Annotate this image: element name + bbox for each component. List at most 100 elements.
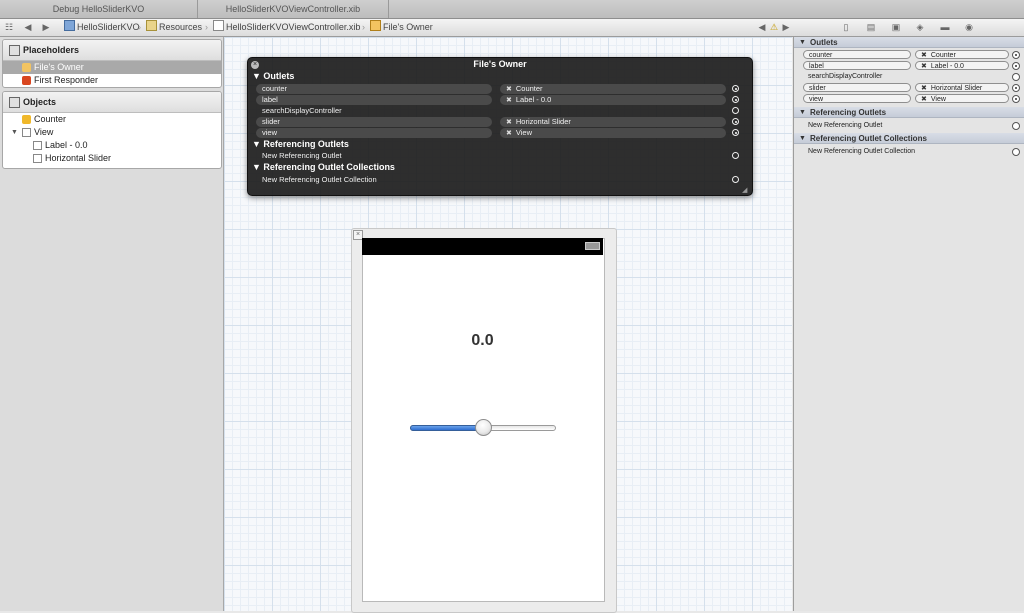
connection-circle-icon[interactable] — [1012, 51, 1020, 59]
outline-item-label-object[interactable]: Label - 0.0 — [3, 139, 221, 152]
back-arrow-icon[interactable]: ◀ — [22, 19, 34, 36]
tab-xib[interactable]: HelloSliderKVOViewController.xib — [198, 0, 389, 18]
hud-ref-collections-header[interactable]: ▼ Referencing Outlet Collections — [252, 162, 395, 173]
tab-debug[interactable]: Debug HelloSliderKVO — [0, 0, 198, 18]
inspector-outlets-header[interactable]: ▼ Outlets — [794, 37, 1024, 48]
breadcrumb-object[interactable]: File's Owner — [370, 19, 433, 36]
connection-circle-icon[interactable] — [1012, 73, 1020, 81]
breadcrumb-group[interactable]: Resources — [146, 19, 202, 36]
hud-outlets-header[interactable]: ▼ Outlets — [252, 71, 294, 82]
connection-circle-icon[interactable] — [1012, 122, 1020, 130]
inspector-outlet-target[interactable]: ✖ Label - 0.0 — [915, 61, 1009, 70]
remove-connection-icon[interactable]: ✖ — [921, 63, 927, 70]
remove-connection-icon[interactable]: ✖ — [921, 96, 927, 103]
warning-icon[interactable]: ⚠ — [768, 19, 780, 36]
remove-connection-icon[interactable]: ✖ — [921, 85, 927, 92]
outline-item-label: Counter — [34, 114, 67, 124]
inspector-outlet-row[interactable]: searchDisplayController — [794, 71, 1024, 82]
hud-outlet-target[interactable]: ✖ Counter — [500, 84, 726, 94]
hud-new-ref-outlet-row[interactable]: New Referencing Outlet — [256, 151, 744, 161]
hud-ref-outlets-header[interactable]: ▼ Referencing Outlets — [252, 139, 349, 150]
disclosure-triangle-icon: ▼ — [252, 71, 264, 81]
hud-outlet-row[interactable]: label ✖ Label - 0.0 — [256, 95, 744, 105]
simulated-status-bar — [362, 238, 603, 255]
connection-circle-icon[interactable] — [732, 152, 739, 159]
inspector-toolbar: ▯ ▤ ▣ ◈ ▬ ◉ — [793, 19, 1024, 37]
outline-item-files-owner[interactable]: File's Owner — [3, 61, 221, 74]
attributes-inspector-icon[interactable]: ◈ — [915, 22, 925, 32]
remove-connection-icon[interactable]: ✖ — [506, 130, 512, 137]
breadcrumb-file[interactable]: HelloSliderKVOViewController.xib — [213, 19, 360, 36]
inspector-new-ref-collection-row[interactable]: New Referencing Outlet Collection — [794, 146, 1024, 157]
connection-circle-icon[interactable] — [732, 176, 739, 183]
connection-circle-icon[interactable] — [1012, 84, 1020, 92]
connection-circle-icon[interactable] — [732, 96, 739, 103]
object-icon — [22, 115, 31, 124]
breadcrumb-separator: › — [362, 22, 365, 32]
inspector-outlet-row[interactable]: view ✖ View — [794, 93, 1024, 104]
connection-circle-icon[interactable] — [1012, 62, 1020, 70]
hud-outlet-target[interactable]: ✖ View — [500, 128, 726, 138]
inspector-outlet-row[interactable]: slider ✖ Horizontal Slider — [794, 82, 1024, 93]
hud-new-ref-collection-row[interactable]: New Referencing Outlet Collection — [256, 175, 744, 185]
connection-circle-icon[interactable] — [1012, 148, 1020, 156]
remove-connection-icon[interactable]: ✖ — [921, 52, 927, 59]
outline-item-slider[interactable]: Horizontal Slider — [3, 152, 221, 165]
previous-issue-icon[interactable]: ◀ — [757, 19, 767, 36]
inspector-ref-outlets-header[interactable]: ▼ Referencing Outlets — [794, 107, 1024, 118]
connection-circle-icon[interactable] — [732, 107, 739, 114]
inspector-new-ref-outlet-row[interactable]: New Referencing Outlet — [794, 120, 1024, 131]
remove-connection-icon[interactable]: ✖ — [506, 97, 512, 104]
breadcrumb-file-label: HelloSliderKVOViewController.xib — [226, 22, 361, 32]
identity-inspector-icon[interactable]: ▣ — [891, 22, 901, 32]
disclosure-triangle-icon[interactable]: ▼ — [11, 126, 18, 139]
connection-circle-icon[interactable] — [732, 118, 739, 125]
hud-outlet-name: slider — [256, 117, 492, 127]
inspector-outlet-target[interactable]: ✖ Counter — [915, 50, 1009, 59]
connections-hud: File's Owner × ▼ Outlets counter ✖ Counte… — [247, 57, 753, 196]
hud-outlet-target-label: Counter — [515, 84, 543, 93]
inspector-outlet-row[interactable]: label ✖ Label - 0.0 — [794, 60, 1024, 71]
remove-connection-icon[interactable]: ✖ — [506, 119, 512, 126]
breadcrumb-project-label: HelloSliderKVO — [77, 22, 140, 32]
hud-outlet-name: counter — [256, 84, 492, 94]
disclosure-triangle-icon: ▼ — [799, 39, 806, 46]
outline-item-counter[interactable]: Counter — [3, 113, 221, 126]
hud-outlet-row[interactable]: slider ✖ Horizontal Slider — [256, 117, 744, 127]
disclosure-triangle-icon: ▼ — [252, 162, 264, 172]
connection-circle-icon[interactable] — [732, 129, 739, 136]
connection-circle-icon[interactable] — [732, 85, 739, 92]
next-issue-icon[interactable]: ▶ — [781, 19, 791, 36]
close-icon[interactable]: × — [251, 61, 259, 69]
inspector-outlet-target[interactable]: ✖ View — [915, 94, 1009, 103]
breadcrumb-project[interactable]: HelloSliderKVO — [64, 19, 140, 36]
hud-outlet-row[interactable]: searchDisplayController — [256, 106, 744, 116]
resize-grip-icon[interactable]: ◢ — [742, 186, 747, 194]
project-icon — [64, 20, 75, 31]
inspector-outlet-name: counter — [803, 50, 911, 59]
connections-inspector-icon[interactable]: ◉ — [964, 22, 974, 32]
hud-outlet-row[interactable]: counter ✖ Counter — [256, 84, 744, 94]
inspector-outlet-row[interactable]: counter ✖ Counter — [794, 49, 1024, 60]
value-label[interactable]: 0.0 — [362, 330, 603, 352]
quick-help-icon[interactable]: ▤ — [866, 22, 876, 32]
outline-item-first-responder[interactable]: First Responder — [3, 74, 221, 87]
inspector-ref-collections-header[interactable]: ▼ Referencing Outlet Collections — [794, 133, 1024, 144]
forward-arrow-icon[interactable]: ▶ — [40, 19, 52, 36]
related-items-icon[interactable]: ☷ — [3, 19, 15, 36]
horizontal-slider-thumb[interactable] — [474, 419, 492, 436]
inspector-outlet-target-label: Label - 0.0 — [930, 63, 964, 70]
hud-outlet-target[interactable]: ✖ Horizontal Slider — [500, 117, 726, 127]
hud-outlet-row[interactable]: view ✖ View — [256, 128, 744, 138]
outline-item-label: Label - 0.0 — [45, 140, 88, 150]
connection-circle-icon[interactable] — [1012, 95, 1020, 103]
hud-outlet-target[interactable]: ✖ Label - 0.0 — [500, 95, 726, 105]
breadcrumb-object-label: File's Owner — [383, 22, 433, 32]
files-owner-icon — [370, 20, 381, 31]
inspector-outlet-target[interactable]: ✖ Horizontal Slider — [915, 83, 1009, 92]
file-inspector-icon[interactable]: ▯ — [841, 22, 851, 32]
remove-connection-icon[interactable]: ✖ — [506, 86, 512, 93]
size-inspector-icon[interactable]: ▬ — [940, 22, 950, 32]
outline-item-view[interactable]: ▼ View — [3, 126, 221, 139]
hud-outlet-target-label: Label - 0.0 — [515, 95, 552, 104]
